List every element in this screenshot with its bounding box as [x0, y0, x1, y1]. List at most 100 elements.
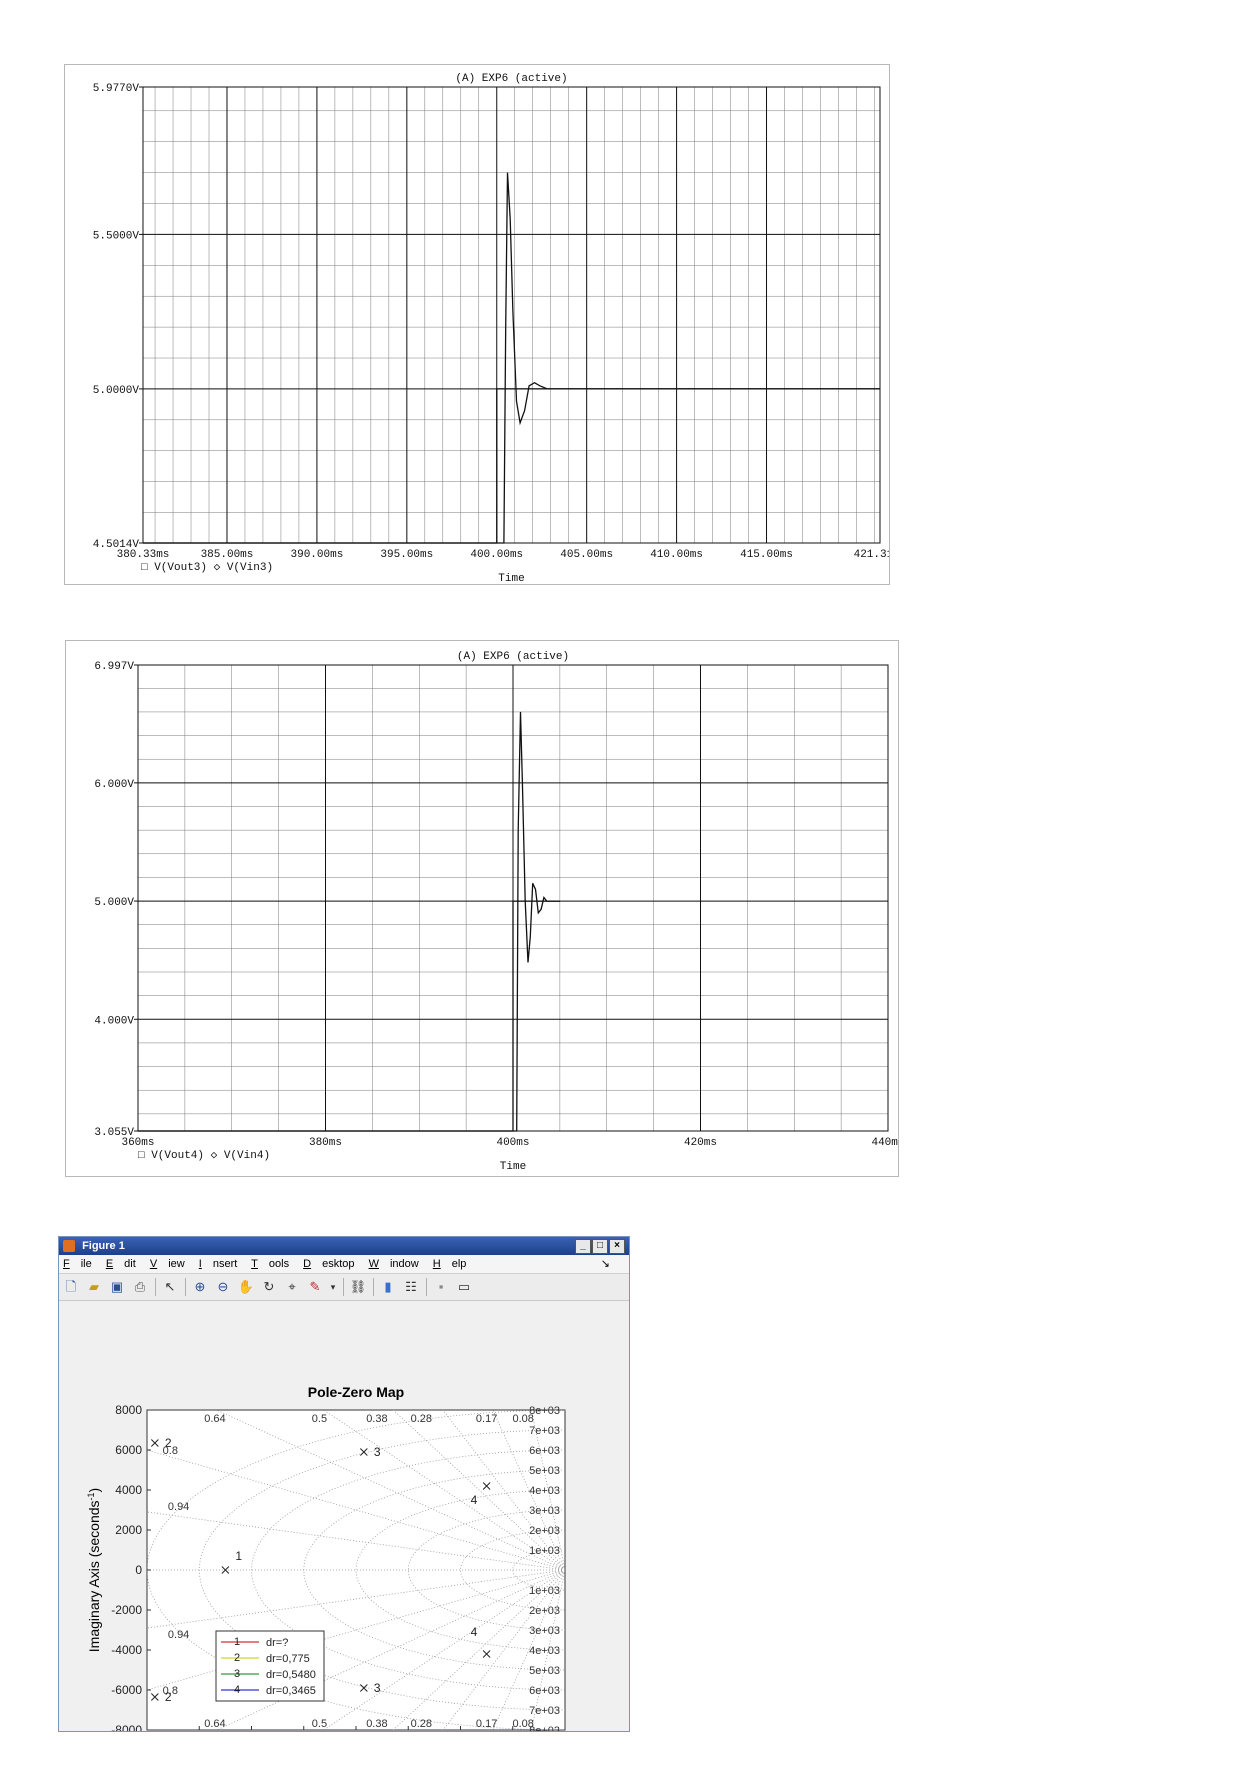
y-tick-label: 5.000V [94, 897, 134, 909]
frequency-label: 3e+03 [529, 1505, 560, 1517]
menu-edit[interactable]: Edit [106, 1258, 136, 1270]
y-tick-label: 5.5000V [93, 230, 140, 242]
pole-label: 2 [165, 1436, 172, 1450]
toolbar-separator [155, 1278, 156, 1296]
matlab-figure-window: Figure 1 _ □ × File Edit View Insert Too… [58, 1236, 630, 1770]
menu-insert[interactable]: Insert [199, 1258, 238, 1270]
legend-number: 3 [234, 1668, 240, 1680]
dropdown-arrow-icon[interactable]: ▾ [329, 1278, 337, 1296]
frequency-label: 8e+03 [529, 1725, 560, 1731]
figure-menu-bar: File Edit View Insert Tools Desktop Wind… [59, 1255, 629, 1273]
menu-window[interactable]: Window [369, 1258, 419, 1270]
chart-title: (A) EXP6 (active) [457, 651, 569, 663]
frequency-label: 2e+03 [529, 1525, 560, 1537]
y-tick-label: 6.997V [94, 661, 134, 673]
frequency-label: 7e+03 [529, 1425, 560, 1437]
matlab-logo-icon [63, 1240, 75, 1252]
minimize-icon[interactable]: _ [575, 1239, 591, 1254]
menu-help[interactable]: Help [433, 1258, 467, 1270]
frequency-label: 5e+03 [529, 1465, 560, 1477]
x-tick-label: 410.00ms [650, 549, 703, 561]
menu-tools[interactable]: Tools [251, 1258, 289, 1270]
menu-desktop[interactable]: Desktop [303, 1258, 354, 1270]
pole-label: 3 [374, 1681, 381, 1695]
y-tick-label: 4000 [115, 1483, 142, 1497]
legend-number: 2 [234, 1652, 240, 1664]
legend: □ V(Vout3) ◇ V(Vin3) [141, 562, 273, 574]
frequency-label: 4e+03 [529, 1485, 560, 1497]
data-cursor-icon[interactable]: ⌖ [283, 1278, 301, 1296]
x-tick-label: 390.00ms [291, 549, 344, 561]
damping-label: 0.28 [411, 1413, 432, 1425]
frequency-label: 6e+03 [529, 1445, 560, 1457]
frequency-label: 8e+03 [529, 1405, 560, 1417]
y-tick-label: -8000 [111, 1723, 142, 1731]
zoom-in-icon[interactable]: ⊕ [191, 1278, 209, 1296]
link-plot-icon[interactable]: ⛓ [349, 1278, 367, 1296]
damping-label: 0.28 [411, 1718, 432, 1730]
y-tick-label: 2000 [115, 1523, 142, 1537]
pole-label: 2 [165, 1690, 172, 1704]
y-tick-label: 5.0000V [93, 385, 140, 397]
x-tick-label: 395.00ms [380, 549, 433, 561]
pan-hand-icon[interactable]: ✋ [237, 1278, 255, 1296]
legend-label: dr=0,5480 [266, 1669, 316, 1681]
show-plot-tools-icon[interactable]: ▭ [455, 1278, 473, 1296]
pole-zero-map-chart: -8000-7000-6000-5000-4000-3000-2000-1000… [86, 1384, 569, 1770]
x-tick-label: 400ms [496, 1137, 529, 1149]
legend-label: dr=0,3465 [266, 1685, 316, 1697]
frequency-label: 1e+03 [529, 1545, 560, 1557]
damping-label: 0.17 [476, 1413, 497, 1425]
y-tick-label: -2000 [111, 1603, 142, 1617]
x-tick-label: 440ms [871, 1137, 898, 1149]
legend-icon[interactable]: ☷ [402, 1278, 420, 1296]
damping-label: 0.94 [168, 1629, 189, 1641]
transient-chart-2: (A) EXP6 (active) 6.997V 6.000V 5.000V 4.000… [94, 651, 904, 1173]
y-tick-label: 5.9770V [93, 83, 140, 95]
toolbar-separator [426, 1278, 427, 1296]
frequency-label: 7e+03 [529, 1705, 560, 1717]
x-tick-label: 421.31ms [854, 549, 889, 561]
brush-icon[interactable]: ✎ [306, 1278, 324, 1296]
damping-label: 0.38 [366, 1413, 387, 1425]
figure-title-bar[interactable]: Figure 1 _ □ × [59, 1237, 629, 1255]
new-file-icon[interactable]: 🗋 [62, 1278, 80, 1296]
legend-number: 4 [234, 1684, 240, 1696]
zoom-out-icon[interactable]: ⊖ [214, 1278, 232, 1296]
figure-toolbar: 🗋 ▰ ▣ ⎙ ↖ ⊕ ⊖ ✋ ↻ ⌖ ✎ ▾ ⛓ ▮ ☷ ▪ ▭ [59, 1273, 629, 1301]
open-folder-icon[interactable]: ▰ [85, 1278, 103, 1296]
chart-title: (A) EXP6 (active) [455, 73, 567, 85]
menu-file[interactable]: File [63, 1258, 92, 1270]
damping-label: 0.17 [476, 1718, 497, 1730]
y-tick-label: 6.000V [94, 779, 134, 791]
x-tick-label: 420ms [684, 1137, 717, 1149]
frequency-label: 2e+03 [529, 1605, 560, 1617]
maximize-icon[interactable]: □ [592, 1239, 608, 1254]
damping-label: 0.94 [168, 1501, 189, 1513]
y-tick-label: 8000 [115, 1403, 142, 1417]
x-tick-label: 400.00ms [470, 549, 523, 561]
transient-chart-1: (A) EXP6 (active)5.9770V5.5000V5.0000V4.… [93, 73, 907, 585]
x-tick-label: 415.00ms [740, 549, 793, 561]
frequency-label: 6e+03 [529, 1685, 560, 1697]
rotate-3d-icon[interactable]: ↻ [260, 1278, 278, 1296]
close-icon[interactable]: × [609, 1239, 625, 1254]
damping-label: 0.64 [204, 1413, 225, 1425]
damping-label: 0.5 [312, 1718, 327, 1730]
toolbar-separator [185, 1278, 186, 1296]
plot-frame [142, 86, 881, 544]
damping-label: 0.64 [204, 1718, 225, 1730]
hide-plot-tools-icon[interactable]: ▪ [432, 1278, 450, 1296]
save-icon[interactable]: ▣ [108, 1278, 126, 1296]
chart-title: Pole-Zero Map [308, 1384, 404, 1400]
colorbar-icon[interactable]: ▮ [379, 1278, 397, 1296]
menu-view[interactable]: View [150, 1258, 185, 1270]
frequency-label: 5e+03 [529, 1665, 560, 1677]
pole-label: 4 [471, 1625, 478, 1639]
print-icon[interactable]: ⎙ [131, 1278, 149, 1296]
legend: □ V(Vout4) ◇ V(Vin4) [138, 1150, 270, 1162]
pspice-plot-exp6-vout4: (A) EXP6 (active) 6.997V 6.000V 5.000V 4.000… [65, 640, 905, 1177]
x-tick-label: 380.33ms [117, 549, 170, 561]
arrow-pointer-icon[interactable]: ↖ [161, 1278, 179, 1296]
dock-arrow-icon[interactable]: ↘ [601, 1255, 610, 1273]
